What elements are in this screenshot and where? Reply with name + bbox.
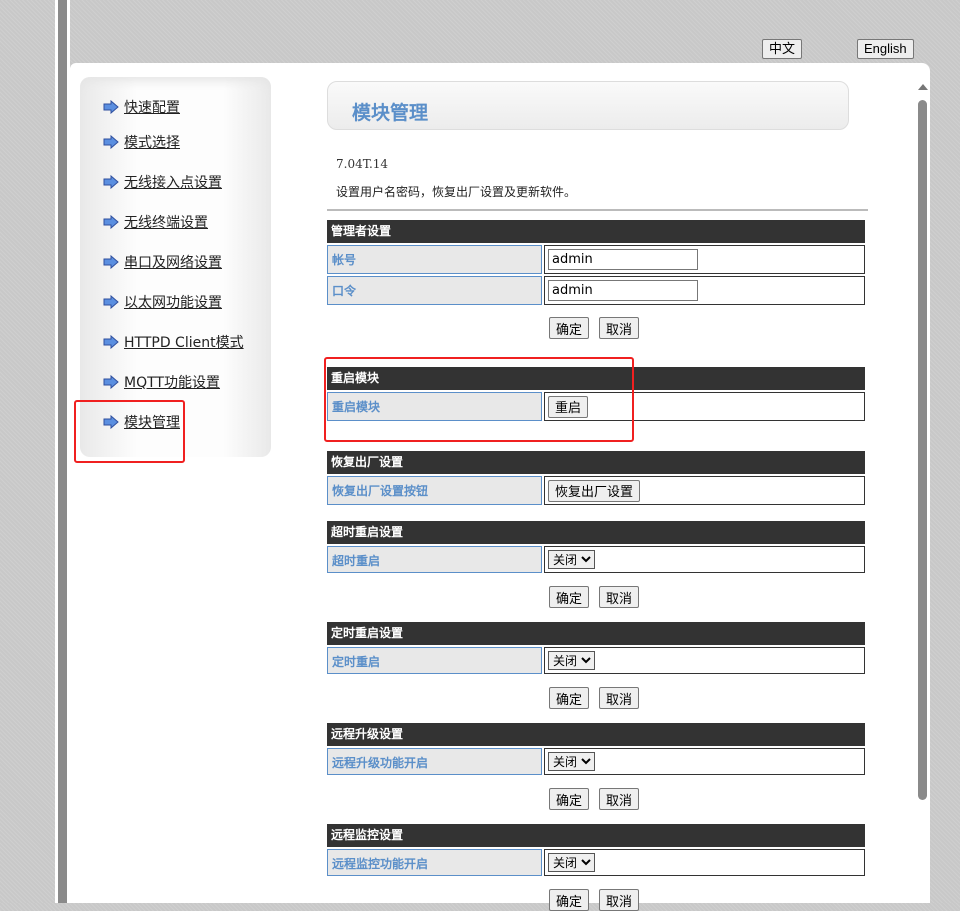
arrow-right-icon (103, 175, 119, 189)
arrow-right-icon (103, 255, 119, 269)
divider (327, 209, 868, 211)
monitor-cancel-button[interactable]: 取消 (599, 889, 640, 911)
upgrade-section: 远程升级设置 远程升级功能开启 关闭 确定 取消 (327, 723, 865, 810)
page-description: 设置用户名密码，恢复出厂设置及更新软件。 (336, 185, 577, 199)
sidebar-item-label: 以太网功能设置 (124, 295, 222, 311)
scroll-up-icon[interactable] (918, 84, 928, 90)
section-header: 远程升级设置 (327, 723, 865, 746)
upgrade-cancel-button[interactable]: 取消 (599, 788, 640, 810)
timed-section: 定时重启设置 定时重启 关闭 确定 取消 (327, 622, 865, 709)
section-header: 定时重启设置 (327, 622, 865, 645)
section-header: 超时重启设置 (327, 521, 865, 544)
highlight-box-sidebar (74, 400, 185, 463)
sidebar-item[interactable]: 模式选择 (103, 132, 180, 152)
password-label: 口令 (327, 276, 542, 305)
arrow-right-icon (103, 100, 119, 114)
scrollbar-thumb[interactable] (918, 100, 927, 800)
sidebar-item-label: 无线终端设置 (124, 215, 208, 231)
timeout-ok-button[interactable]: 确定 (549, 586, 590, 608)
timed-cancel-button[interactable]: 取消 (599, 687, 640, 709)
sidebar-item-label: HTTPD Client模式 (124, 335, 244, 351)
highlight-box-restart (324, 357, 634, 442)
arrow-right-icon (103, 135, 119, 149)
sidebar-item[interactable]: MQTT功能设置 (103, 372, 220, 392)
password-input[interactable] (548, 280, 698, 301)
admin-cancel-button[interactable]: 取消 (599, 317, 640, 339)
timed-ok-button[interactable]: 确定 (549, 687, 590, 709)
admin-ok-button[interactable]: 确定 (549, 317, 590, 339)
page-title: 模块管理 (352, 102, 429, 124)
english-language-button[interactable]: English (857, 39, 914, 59)
firmware-version: 7.04T.14 (336, 157, 389, 171)
timeout-select[interactable]: 关闭 (548, 550, 595, 569)
monitor-select[interactable]: 关闭 (548, 853, 595, 872)
timed-label: 定时重启 (327, 647, 542, 674)
chinese-language-button[interactable]: 中文 (762, 39, 803, 59)
scrollbar[interactable] (917, 80, 929, 903)
factory-reset-label: 恢复出厂设置按钮 (327, 476, 542, 505)
left-frame-bar (55, 0, 70, 903)
sidebar-item[interactable]: 串口及网络设置 (103, 252, 222, 272)
sidebar-item-label: 无线接入点设置 (124, 175, 222, 191)
sidebar-item-label: MQTT功能设置 (124, 375, 220, 391)
sidebar-item-label: 串口及网络设置 (124, 255, 222, 271)
section-header: 恢复出厂设置 (327, 451, 865, 474)
timeout-section: 超时重启设置 超时重启 关闭 确定 取消 (327, 521, 865, 608)
section-header: 管理者设置 (327, 220, 865, 243)
arrow-right-icon (103, 375, 119, 389)
sidebar-item[interactable]: 以太网功能设置 (103, 292, 222, 312)
arrow-right-icon (103, 335, 119, 349)
arrow-right-icon (103, 295, 119, 309)
upgrade-select[interactable]: 关闭 (548, 752, 595, 771)
monitor-section: 远程监控设置 远程监控功能开启 关闭 确定 取消 (327, 824, 865, 911)
arrow-right-icon (103, 215, 119, 229)
sidebar-item-label: 快速配置 (124, 100, 180, 116)
upgrade-ok-button[interactable]: 确定 (549, 788, 590, 810)
timeout-label: 超时重启 (327, 546, 542, 573)
timed-select[interactable]: 关闭 (548, 651, 595, 670)
sidebar-item-label: 模式选择 (124, 135, 180, 151)
page-title-box: 模块管理 (327, 81, 849, 130)
sidebar-item[interactable]: 无线接入点设置 (103, 172, 222, 192)
upgrade-label: 远程升级功能开启 (327, 748, 542, 775)
username-input[interactable] (548, 249, 698, 270)
sidebar-item[interactable]: 无线终端设置 (103, 212, 208, 232)
admin-section: 管理者设置 帐号 口令 确定取消 (327, 220, 865, 339)
factory-reset-section: 恢复出厂设置 恢复出厂设置按钮 恢复出厂设置 (327, 451, 865, 505)
monitor-label: 远程监控功能开启 (327, 849, 542, 876)
section-header: 远程监控设置 (327, 824, 865, 847)
factory-reset-button[interactable]: 恢复出厂设置 (548, 479, 641, 502)
sidebar-item[interactable]: 快速配置 (103, 97, 180, 117)
username-label: 帐号 (327, 245, 542, 274)
timeout-cancel-button[interactable]: 取消 (599, 586, 640, 608)
monitor-ok-button[interactable]: 确定 (549, 889, 590, 911)
sidebar-item[interactable]: HTTPD Client模式 (103, 332, 244, 352)
